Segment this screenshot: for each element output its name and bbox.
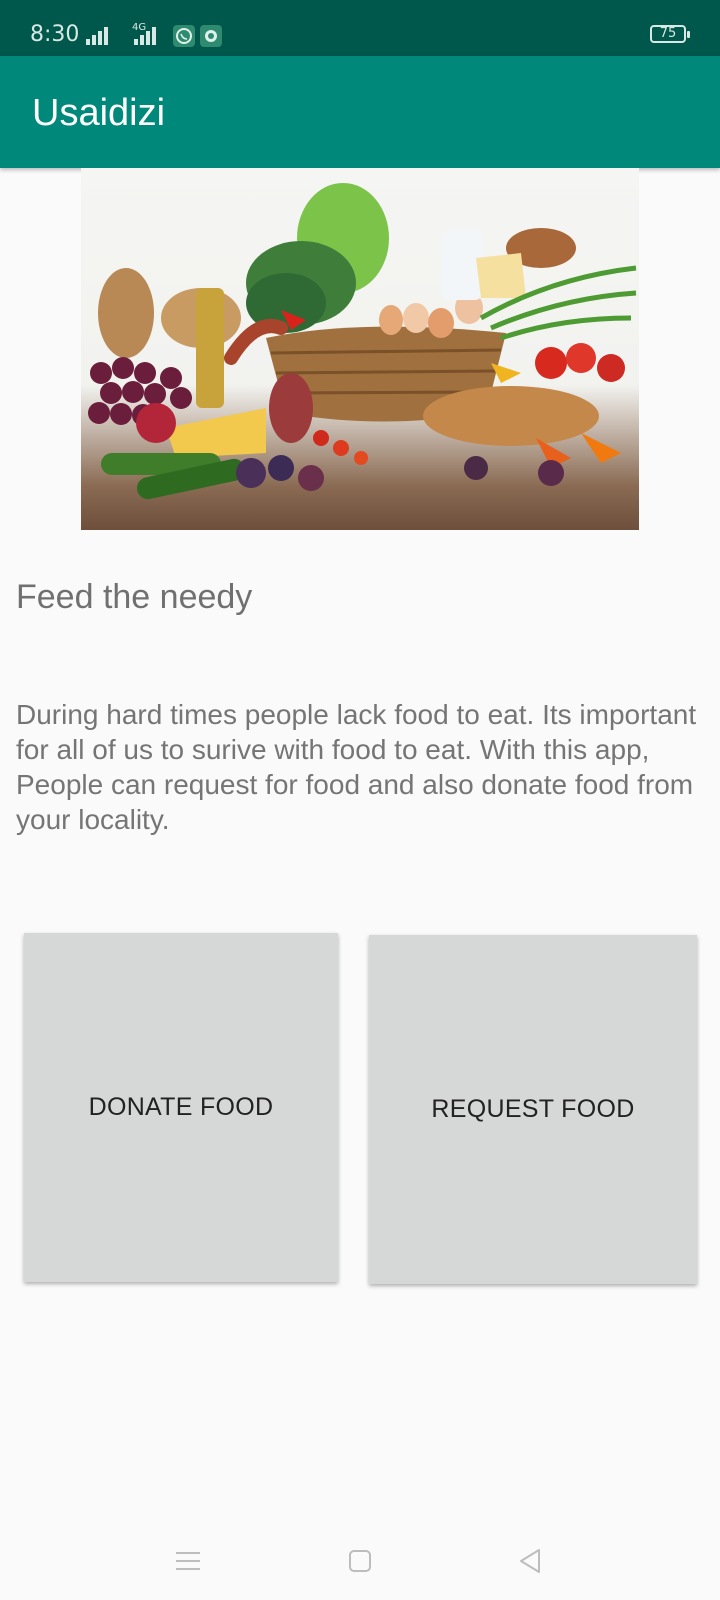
back-triangle-icon[interactable] bbox=[515, 1546, 545, 1576]
app-bar: Usaidizi bbox=[0, 56, 720, 168]
home-square-icon[interactable] bbox=[345, 1546, 375, 1576]
whatsapp-icon bbox=[173, 25, 195, 47]
request-food-button[interactable]: REQUEST FOOD bbox=[369, 935, 697, 1284]
donate-food-button[interactable]: DONATE FOOD bbox=[24, 933, 338, 1282]
notification-app-icon bbox=[200, 25, 222, 47]
battery-icon: 75 bbox=[650, 25, 690, 43]
menu-icon[interactable] bbox=[173, 1546, 203, 1576]
system-navigation-bar bbox=[0, 1520, 720, 1600]
signal-strength-icon bbox=[86, 26, 110, 45]
signal-strength-icon-2 bbox=[134, 26, 158, 45]
headline: Feed the needy bbox=[16, 578, 253, 616]
app-title: Usaidizi bbox=[32, 92, 166, 134]
food-basket-image bbox=[81, 168, 639, 530]
description-text: During hard times people lack food to ea… bbox=[16, 699, 697, 835]
status-bar: 8:30 4G 75 bbox=[0, 0, 720, 56]
status-time: 8:30 bbox=[30, 22, 80, 47]
